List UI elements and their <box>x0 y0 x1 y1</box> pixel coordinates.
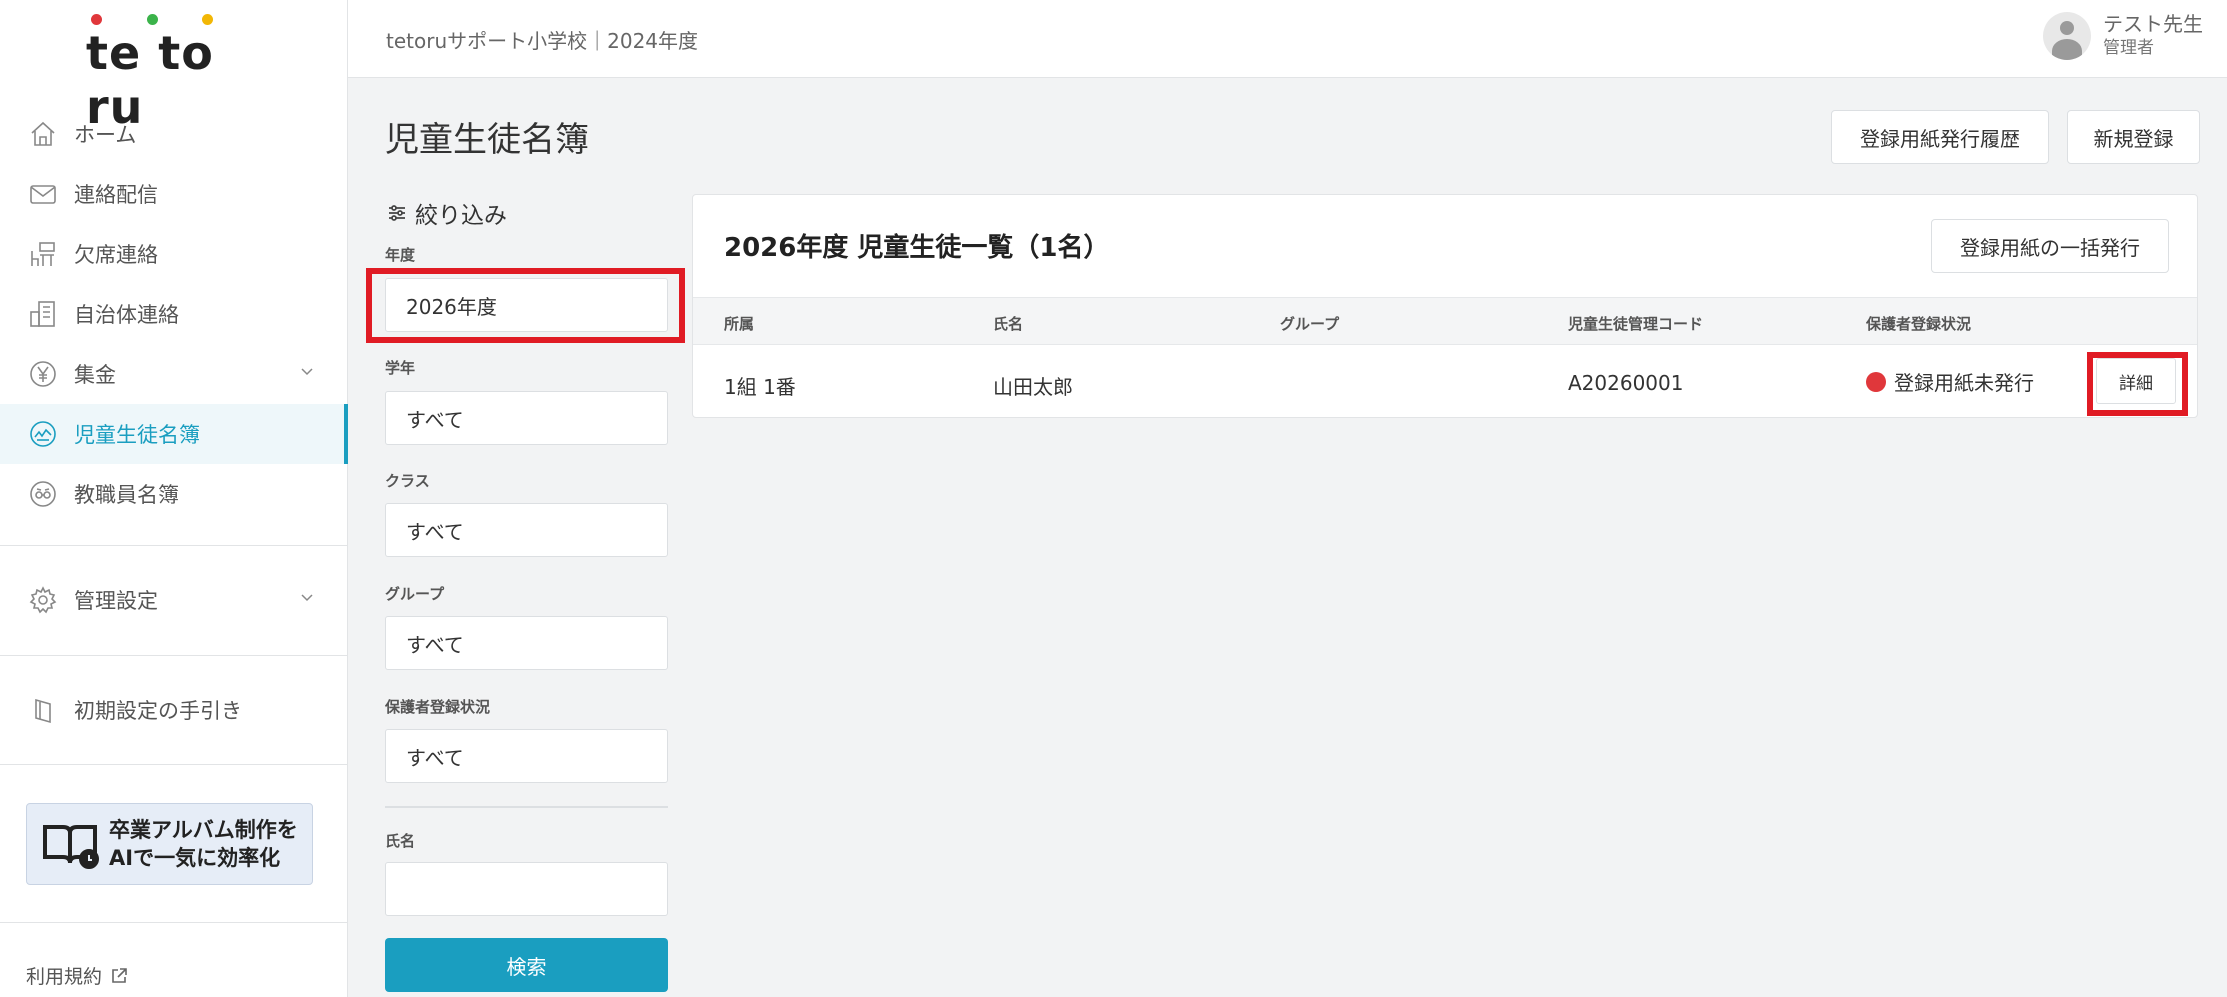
sidebar-item-home[interactable]: ホーム <box>0 104 347 164</box>
filter-title-label: 絞り込み <box>415 203 507 229</box>
filter-title: 絞り込み <box>387 196 507 230</box>
sidebar-item-label: 教職員名簿 <box>74 483 179 507</box>
external-link-icon <box>112 967 127 983</box>
terms-label: 利用規約 <box>26 966 103 988</box>
year-select-highlight <box>366 268 685 343</box>
column-guardian-status: 保護者登録状況 <box>1866 315 1972 333</box>
row-student-code: A20260001 <box>1568 371 1684 395</box>
sidebar-divider <box>0 764 347 765</box>
sidebar-divider <box>0 922 347 923</box>
logo-dot-yellow <box>202 14 213 25</box>
terms-link[interactable]: 利用規約 <box>26 962 128 989</box>
school-name: tetoruサポート小学校｜2024年度 <box>386 29 699 53</box>
sidebar-item-label: 管理設定 <box>74 589 158 613</box>
sidebar-item-teacher-roster[interactable]: 教職員名簿 <box>0 464 347 524</box>
filter-divider <box>385 806 668 808</box>
year-label: 年度 <box>385 246 416 264</box>
search-button[interactable]: 検索 <box>385 938 668 992</box>
sidebar: te to ru ホーム 連絡配信 欠席連絡 自治体連絡 集金 児童生徒名簿 教… <box>0 0 348 997</box>
sidebar-item-label: 児童生徒名簿 <box>74 423 200 447</box>
sidebar-nav: ホーム 連絡配信 欠席連絡 自治体連絡 集金 児童生徒名簿 教職員名簿 <box>0 104 348 524</box>
detail-button-highlight <box>2087 352 2188 416</box>
banner-text: 卒業アルバム制作を AIで一気に効率化 <box>109 816 298 872</box>
sidebar-item-payment[interactable]: 集金 <box>0 344 347 404</box>
page-title: 児童生徒名簿 <box>385 120 589 160</box>
name-label: 氏名 <box>385 832 416 850</box>
guardian-status-select[interactable]: すべて <box>385 729 668 783</box>
row-guardian-status: 登録用紙未発行 <box>1866 367 2034 396</box>
logo-dot-green <box>147 14 158 25</box>
user-name: テスト先生 <box>2103 12 2203 36</box>
class-select[interactable]: すべて <box>385 503 668 557</box>
sidebar-item-messages[interactable]: 連絡配信 <box>0 164 347 224</box>
sidebar-item-absence[interactable]: 欠席連絡 <box>0 224 347 284</box>
top-header: tetoruサポート小学校｜2024年度 テスト先生 管理者 <box>348 0 2227 78</box>
album-ai-banner[interactable]: 卒業アルバム制作を AIで一気に効率化 <box>26 803 313 885</box>
sidebar-item-label: 自治体連絡 <box>74 303 179 327</box>
name-input[interactable] <box>385 862 668 916</box>
open-book-clock-icon <box>43 825 99 869</box>
home-icon <box>26 117 60 151</box>
sidebar-item-label: 欠席連絡 <box>74 243 158 267</box>
sidebar-item-admin-settings[interactable]: 管理設定 <box>0 570 347 630</box>
column-group: グループ <box>1280 315 1340 333</box>
column-affiliation: 所属 <box>724 315 755 333</box>
sidebar-item-setup-guide[interactable]: 初期設定の手引き <box>0 680 347 740</box>
sidebar-divider <box>0 655 347 656</box>
yen-icon <box>26 357 60 391</box>
filter-sliders-icon <box>389 205 405 221</box>
student-list-card: 2026年度 児童生徒一覧（1名） 登録用紙の一括発行 所属 氏名 グループ 児… <box>692 194 2198 418</box>
group-select[interactable]: すべて <box>385 616 668 670</box>
grade-label: 学年 <box>385 359 416 377</box>
teacher-roster-icon <box>26 477 60 511</box>
student-roster-icon <box>26 417 60 451</box>
building-icon <box>26 297 60 331</box>
new-registration-button[interactable]: 新規登録 <box>2067 110 2200 164</box>
status-label: 登録用紙未発行 <box>1894 371 2034 395</box>
student-list-title: 2026年度 児童生徒一覧（1名） <box>724 233 1110 263</box>
class-label: クラス <box>385 472 430 490</box>
mail-icon <box>26 177 60 211</box>
table-header: 所属 氏名 グループ 児童生徒管理コード 保護者登録状況 <box>693 297 2197 345</box>
sidebar-item-label: 集金 <box>74 363 116 387</box>
grade-select[interactable]: すべて <box>385 391 668 445</box>
status-dot <box>1866 371 1886 392</box>
column-name: 氏名 <box>993 315 1024 333</box>
avatar <box>2043 12 2091 60</box>
guide-book-icon <box>26 693 60 727</box>
chevron-down-icon <box>301 594 313 602</box>
tetoru-logo[interactable]: te to ru <box>86 14 256 134</box>
desk-icon <box>26 237 60 271</box>
banner-line-2: AIで一気に効率化 <box>109 846 281 870</box>
gear-icon <box>26 583 60 617</box>
sidebar-divider <box>0 545 347 546</box>
row-affiliation: 1組 1番 <box>724 375 796 399</box>
group-label: グループ <box>385 585 445 603</box>
sidebar-item-label: ホーム <box>74 123 137 147</box>
sidebar-item-municipality[interactable]: 自治体連絡 <box>0 284 347 344</box>
bulk-issue-button[interactable]: 登録用紙の一括発行 <box>1931 219 2169 273</box>
user-menu[interactable]: テスト先生 管理者 <box>2043 12 2203 60</box>
banner-line-1: 卒業アルバム制作を <box>109 818 298 842</box>
sidebar-item-label: 連絡配信 <box>74 183 158 207</box>
row-name: 山田太郎 <box>993 375 1073 399</box>
column-student-code: 児童生徒管理コード <box>1568 315 1704 333</box>
logo-dot-red <box>91 14 102 25</box>
user-info: テスト先生 管理者 <box>2103 12 2203 60</box>
user-role: 管理者 <box>2103 38 2154 58</box>
guardian-status-label: 保護者登録状況 <box>385 698 491 716</box>
sidebar-item-label: 初期設定の手引き <box>74 699 242 723</box>
sidebar-item-student-roster[interactable]: 児童生徒名簿 <box>0 404 348 464</box>
registration-form-history-button[interactable]: 登録用紙発行履歴 <box>1831 110 2049 164</box>
chevron-down-icon <box>301 368 313 376</box>
